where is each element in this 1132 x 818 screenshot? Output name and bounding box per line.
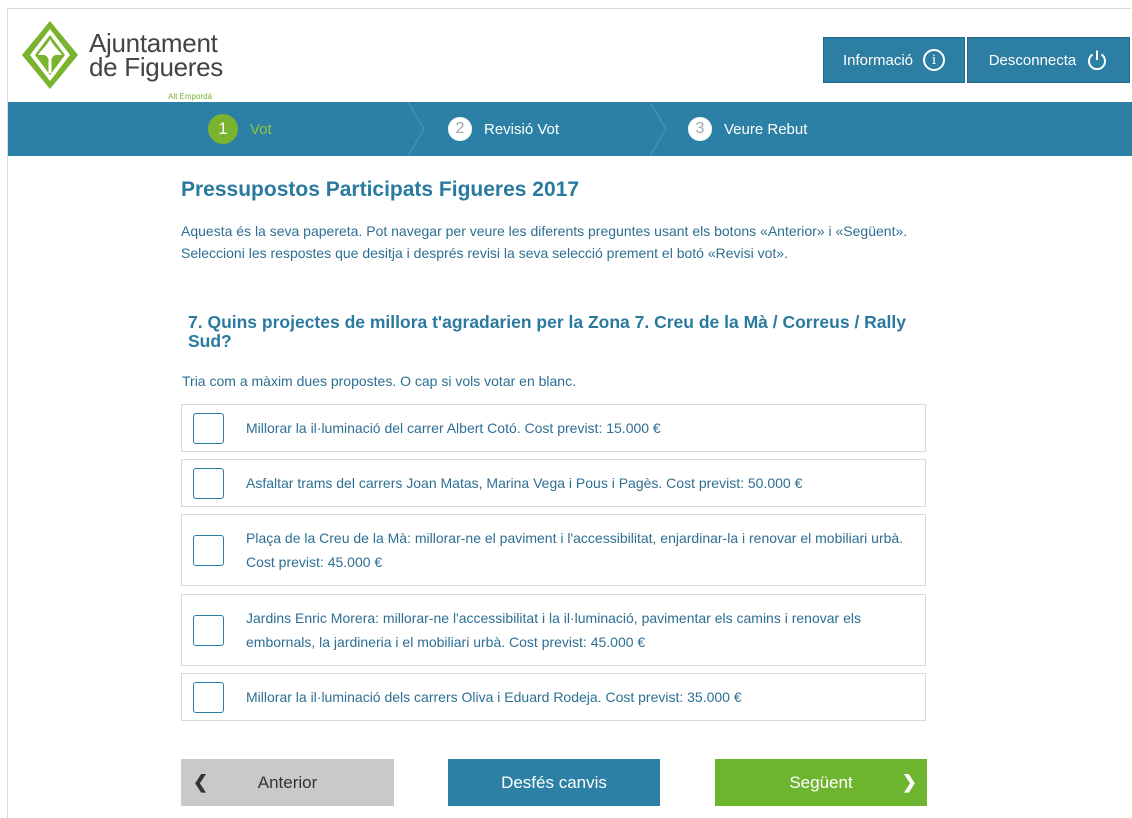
option-item[interactable]: Millorar la il·luminació del carrer Albe… [181, 404, 926, 452]
question-hint: Tria com a màxim dues propostes. O cap s… [182, 373, 576, 389]
ajuntament-logo-icon[interactable] [20, 19, 80, 91]
option-checkbox[interactable] [193, 412, 224, 444]
question-title: 7. Quins projectes de millora t'agradari… [188, 312, 906, 351]
chevron-right-icon: ❯ [901, 772, 917, 792]
option-text[interactable]: Asfaltar trams del carrers Joan Matas, M… [246, 471, 907, 495]
logout-button-label: Desconnecta [988, 51, 1077, 69]
option-checkbox[interactable] [193, 614, 224, 646]
step-receipt: 3 Veure Rebut [688, 102, 807, 156]
progress-steps: 1 Vot 2 Revisió Vot 3 Veure Rebut [8, 102, 1132, 156]
info-button[interactable]: Informació i [823, 37, 965, 83]
option-checkbox[interactable] [193, 534, 224, 566]
step-number: 3 [688, 117, 712, 141]
page-title: Pressupostos Participats Figueres 2017 [181, 178, 580, 201]
option-item[interactable]: Jardins Enric Morera: millorar-ne l'acce… [181, 594, 926, 666]
step-vote: 1 Vot [208, 102, 272, 156]
step-label: Vot [250, 120, 272, 138]
next-button-label: Següent [789, 772, 853, 792]
power-icon [1088, 50, 1107, 71]
step-divider [407, 102, 425, 156]
option-checkbox[interactable] [193, 467, 224, 499]
step-divider [649, 102, 667, 156]
brand-name[interactable]: Ajuntament de Figueres [89, 30, 223, 82]
option-text[interactable]: Millorar la il·luminació dels carrers Ol… [246, 685, 907, 709]
option-item[interactable]: Asfaltar trams del carrers Joan Matas, M… [181, 459, 926, 507]
step-number: 1 [208, 114, 238, 144]
option-checkbox[interactable] [193, 681, 224, 713]
option-text[interactable]: Millorar la il·luminació del carrer Albe… [246, 416, 907, 440]
step-label: Veure Rebut [724, 120, 808, 138]
undo-changes-button[interactable]: Desfés canvis [448, 759, 660, 806]
step-review: 2 Revisió Vot [448, 102, 559, 156]
logout-button[interactable]: Desconnecta [967, 37, 1130, 83]
info-button-label: Informació [842, 51, 914, 69]
brand-line2: de Figueres [89, 52, 223, 82]
ballot-intro: Aquesta és la seva papereta. Pot navegar… [181, 223, 908, 261]
previous-button[interactable]: ❮ Anterior [181, 759, 394, 806]
info-icon: i [923, 49, 946, 71]
option-item[interactable]: Millorar la il·luminació dels carrers Ol… [181, 673, 926, 721]
option-text[interactable]: Jardins Enric Morera: millorar-ne l'acce… [246, 606, 907, 654]
step-label: Revisió Vot [484, 120, 560, 138]
option-item[interactable]: Plaça de la Creu de la Mà: millorar-ne e… [181, 514, 926, 586]
chevron-left-icon: ❮ [193, 772, 209, 792]
option-text[interactable]: Plaça de la Creu de la Mà: millorar-ne e… [246, 526, 907, 574]
step-number: 2 [448, 117, 472, 141]
undo-button-label: Desfés canvis [501, 772, 607, 792]
previous-button-label: Anterior [257, 772, 318, 792]
site-header: Ajuntament de Figueres Alt Empordà Infor… [8, 9, 1132, 101]
next-button[interactable]: Següent ❯ [715, 759, 927, 806]
